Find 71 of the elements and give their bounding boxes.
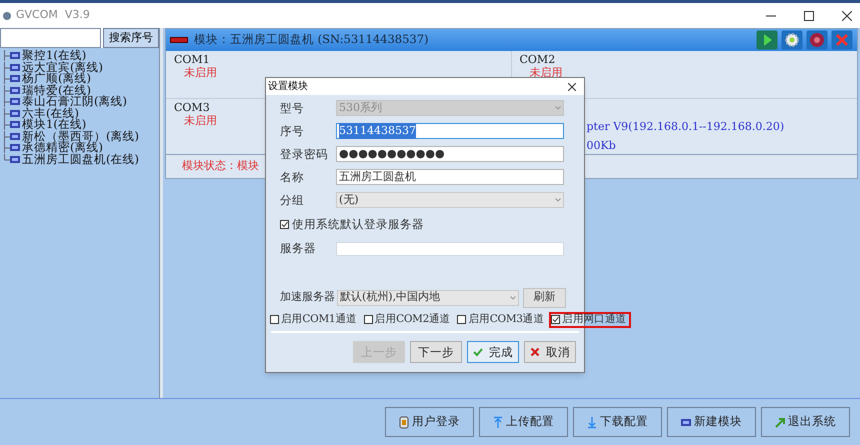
device-item[interactable]: 六丰(在线) [22, 108, 79, 119]
dropdown[interactable]: (无) [336, 192, 564, 208]
search-field[interactable] [0, 28, 101, 48]
device-item[interactable]: 模块1(在线) [22, 119, 86, 130]
checkbox-label[interactable]: 使用系统默认登录服务器 [292, 216, 424, 234]
input-field[interactable]: 53114438537 [336, 123, 564, 140]
device-item[interactable]: 远大宜宾(离线) [22, 62, 103, 73]
device-item[interactable]: 新松（墨西哥）(离线) [22, 130, 139, 142]
chevron-icon [510, 296, 516, 300]
port-name: COM3 [174, 102, 210, 114]
port-name: COM2 [520, 54, 556, 66]
checkbox-label[interactable]: 启用COM2通道 [374, 312, 450, 328]
lock-icon [399, 416, 409, 428]
close-icon [530, 347, 540, 358]
close-icon[interactable] [842, 10, 852, 20]
toolbar-button[interactable]: 下载配置 [573, 407, 662, 437]
checkbox[interactable] [280, 220, 289, 230]
port-name: COM1 [174, 54, 210, 66]
module-title: 模块：五洲房工圆盘机 (SN:53114438537) [194, 31, 429, 48]
field-label: 服务器 [280, 240, 317, 258]
device-item[interactable]: 瑞特爱(在线) [22, 84, 91, 96]
app-logo-icon [2, 10, 12, 20]
chevron-icon [555, 106, 561, 110]
arrow-icon [775, 416, 785, 428]
toolbar-button[interactable]: 用户登录 [385, 407, 474, 437]
window-title: GVCOM V3.9 [16, 7, 90, 24]
dialog-button[interactable]: 完成 [467, 341, 519, 364]
device-item[interactable]: 聚控1(在线) [22, 50, 86, 62]
device-item[interactable]: 杨广顺(离线) [22, 73, 91, 84]
toolbar-button[interactable]: 新建模块 [667, 407, 756, 437]
dialog-button[interactable]: 下一步 [410, 341, 462, 364]
toolbar-button[interactable]: 退出系统 [761, 407, 850, 437]
device-item[interactable]: 五洲房工圆盘机(在线) [22, 154, 139, 165]
input-field[interactable] [336, 242, 564, 256]
field-label: 型号 [280, 100, 305, 117]
port-status: 未启用 [530, 67, 562, 79]
settings-icon[interactable] [781, 30, 803, 50]
device-item[interactable]: 泰山石膏江阴(离线) [22, 96, 127, 108]
upload-icon [493, 416, 503, 428]
download-icon [587, 416, 597, 428]
checkbox[interactable] [457, 315, 466, 324]
status-led-icon [170, 37, 188, 43]
port-status: 未启用 [184, 115, 217, 127]
dialog-button[interactable]: 取消 [524, 341, 576, 364]
search-button[interactable]: 搜索序号 [103, 28, 159, 48]
maximize-icon[interactable] [804, 10, 814, 20]
field-label: 登录密码 [280, 146, 329, 163]
toolbar-button[interactable]: 上传配置 [479, 407, 568, 437]
close-icon[interactable] [568, 82, 576, 91]
field-label: 名称 [280, 168, 305, 186]
checkbox[interactable] [270, 315, 279, 324]
port-status: 未启用 [184, 67, 217, 79]
field-label: 分组 [280, 192, 305, 209]
device-item[interactable]: 承德精密(离线) [22, 142, 103, 154]
chevron-icon [555, 198, 561, 202]
checkbox-label[interactable]: 启用COM1通道 [281, 312, 357, 328]
field-label: 加速服务器 [280, 289, 335, 306]
check-icon [473, 347, 483, 358]
input-field[interactable]: ●●●●●●●●●●● [336, 146, 564, 162]
dropdown[interactable]: 默认(杭州),中国内地 [337, 290, 519, 306]
input-field[interactable]: 五洲房工圆盘机 [336, 169, 564, 186]
module-status: 模块状态：模块 [182, 158, 259, 174]
dialog-title: 设置模块 [268, 80, 308, 94]
checkbox[interactable] [551, 315, 560, 324]
checkbox-label[interactable]: 启用COM3通道 [468, 312, 544, 328]
port-info: pter V9(192.168.0.1--192.168.0.20) [586, 119, 786, 135]
field-label: 序号 [280, 122, 305, 140]
play-icon[interactable] [756, 30, 778, 50]
port-info: 00Kb [586, 138, 617, 154]
checkbox[interactable] [364, 315, 373, 324]
refresh-button[interactable]: 刷新 [523, 288, 566, 308]
